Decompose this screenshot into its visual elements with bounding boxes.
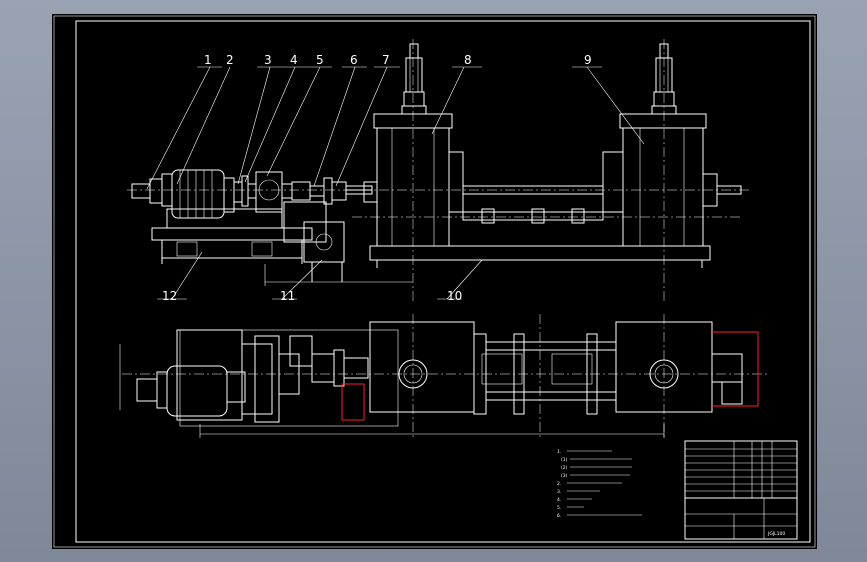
- part-number-4: 4: [290, 53, 298, 67]
- cad-drawing-sheet: 1 2 3 4 5 6 7 8 9 10 11 12 1. (1) (2) (3…: [52, 14, 817, 549]
- title-block-drawing-no: JGJL100: [767, 531, 785, 537]
- part-number-11: 11: [280, 289, 295, 303]
- part-number-8: 8: [464, 53, 472, 67]
- part-number-10: 10: [447, 289, 462, 303]
- part-number-3: 3: [264, 53, 272, 67]
- assembly-drawing: 1 2 3 4 5 6 7 8 9 10 11 12 1. (1) (2) (3…: [52, 14, 817, 549]
- part-number-7: 7: [382, 53, 390, 67]
- part-number-5: 5: [316, 53, 324, 67]
- part-number-2: 2: [226, 53, 234, 67]
- part-number-6: 6: [350, 53, 358, 67]
- note-line-4: (3): [561, 473, 568, 479]
- note-line-6: 3.: [557, 489, 561, 495]
- part-number-1: 1: [204, 53, 212, 67]
- sheet-background: [52, 14, 817, 549]
- note-line-8: 5.: [557, 505, 561, 511]
- note-line-9: 6.: [557, 513, 561, 519]
- note-line-3: (2): [561, 465, 568, 471]
- note-line-1: 1.: [557, 449, 561, 455]
- note-line-7: 4.: [557, 497, 561, 503]
- note-line-2: (1): [561, 457, 568, 463]
- note-line-5: 2.: [557, 481, 561, 487]
- part-number-9: 9: [584, 53, 592, 67]
- part-number-12: 12: [162, 289, 177, 303]
